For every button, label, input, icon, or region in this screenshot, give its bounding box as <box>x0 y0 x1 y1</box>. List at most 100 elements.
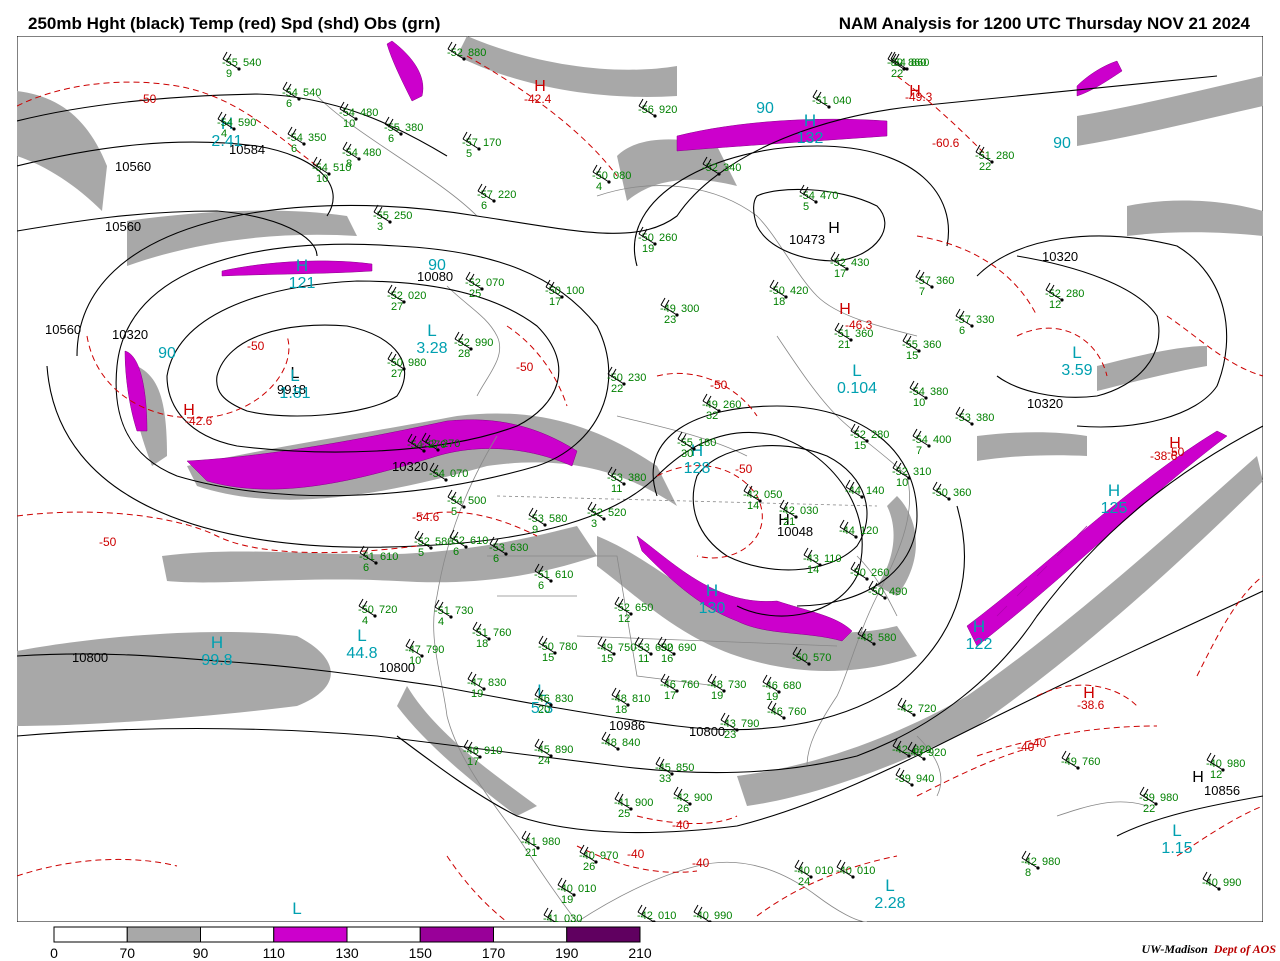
obs-dewpoint: 23 <box>664 314 676 326</box>
obs-height: 020 <box>408 290 426 302</box>
obs-dewpoint: 27 <box>391 368 403 380</box>
obs-height: 990 <box>1223 877 1241 889</box>
obs-height: 480 <box>360 107 378 119</box>
speed-center-value: 122 <box>966 636 993 653</box>
obs-dewpoint: 18 <box>476 638 488 650</box>
height-label: 10320 <box>1027 396 1063 411</box>
obs-dewpoint: 21 <box>783 516 795 528</box>
obs-dewpoint: 21 <box>525 847 537 859</box>
temperature-label: -50 <box>247 339 265 353</box>
obs-dewpoint: 10 <box>316 173 328 185</box>
obs-dewpoint: 18 <box>615 704 627 716</box>
obs-dewpoint: 12 <box>618 613 630 625</box>
temperature-label: -50 <box>735 462 753 476</box>
obs-height: 860 <box>911 57 929 69</box>
credit-footer: UW-Madison Dept of AOS <box>1142 942 1276 957</box>
obs-dewpoint: 6 <box>453 546 459 558</box>
obs-height: 840 <box>622 737 640 749</box>
obs-dewpoint: 19 <box>642 243 654 255</box>
obs-height: 120 <box>860 525 878 537</box>
obs-height: 920 <box>659 104 677 116</box>
legend-color-box <box>53 926 128 943</box>
obs-dewpoint: 32 <box>706 410 718 422</box>
obs-dewpoint: 4 <box>221 128 227 140</box>
pressure-center: H <box>1083 685 1095 702</box>
speed-center-letter: L <box>427 321 436 340</box>
obs-height: 980 <box>542 836 560 848</box>
obs-height: 760 <box>1082 756 1100 768</box>
obs-height: 990 <box>475 337 493 349</box>
obs-dewpoint: 6 <box>286 98 292 110</box>
obs-dewpoint: 6 <box>388 133 394 145</box>
obs-height: 070 <box>450 468 468 480</box>
obs-height: 850 <box>676 762 694 774</box>
temperature-label: -40 <box>672 818 690 832</box>
height-label: 10473 <box>789 232 825 247</box>
temperature-label: -40 <box>692 856 710 870</box>
speed-center-value: 130 <box>699 600 726 617</box>
obs-height: 760 <box>681 679 699 691</box>
speed-center-value: 1.15 <box>1161 840 1192 857</box>
legend-color-box <box>346 926 421 943</box>
legend-tick-label: 150 <box>408 945 432 961</box>
obs-height: 900 <box>694 792 712 804</box>
obs-dewpoint: 30 <box>681 448 693 460</box>
obs-dewpoint: 11 <box>638 653 649 665</box>
obs-height: 380 <box>976 412 994 424</box>
obs-dewpoint: 6 <box>959 325 965 337</box>
legend-color-box <box>419 926 494 943</box>
obs-height: 540 <box>243 57 261 69</box>
speed-center-letter: H <box>296 256 308 275</box>
obs-dewpoint: 22 <box>1143 803 1155 815</box>
legend-tick-label: 190 <box>555 945 579 961</box>
obs-dewpoint: 14 <box>747 500 759 512</box>
obs-height: 260 <box>659 232 677 244</box>
speed-center-value: 44.8 <box>346 645 377 662</box>
obs-dewpoint: 14 <box>807 564 819 576</box>
obs-height: 520 <box>608 507 626 519</box>
obs-height: 230 <box>628 372 646 384</box>
obs-dewpoint: 6 <box>291 143 297 155</box>
obs-height: 220 <box>498 189 516 201</box>
credit-institution: UW-Madison <box>1141 942 1208 956</box>
obs-height: 910 <box>484 745 502 757</box>
obs-dewpoint: 5 <box>418 547 424 559</box>
pressure-center: H <box>183 402 195 419</box>
obs-height: 680 <box>783 680 801 692</box>
obs-height: 470 <box>820 190 838 202</box>
speed-center-letter: H <box>804 111 816 130</box>
speed-center-value: 90 <box>756 100 774 117</box>
obs-height: 180 <box>698 437 716 449</box>
obs-dewpoint: 5 <box>451 506 457 518</box>
obs-dewpoint: 11 <box>611 483 622 495</box>
speed-center-value: 90 <box>158 345 176 362</box>
speed-center-letter: H <box>1108 481 1120 500</box>
obs-dewpoint: 17 <box>549 296 561 308</box>
obs-dewpoint: 24 <box>798 876 810 888</box>
obs-dewpoint: 23 <box>724 729 736 741</box>
obs-height: 610 <box>470 535 488 547</box>
obs-dewpoint: 17 <box>834 268 846 280</box>
obs-height: 360 <box>953 487 971 499</box>
obs-height: 380 <box>628 472 646 484</box>
obs-height: 310 <box>913 466 931 478</box>
speed-center-value: 128 <box>684 460 711 477</box>
height-label: 10560 <box>45 322 81 337</box>
obs-height: 030 <box>800 505 818 517</box>
obs-height: 030 <box>564 913 582 922</box>
speed-center-value: 3.28 <box>416 340 447 357</box>
obs-dewpoint: 10 <box>896 477 908 489</box>
speed-center-letter: L <box>1072 343 1081 362</box>
obs-height: 480 <box>363 147 381 159</box>
obs-height: 570 <box>813 652 831 664</box>
obs-height: 340 <box>723 162 741 174</box>
temperature-label: -50 <box>710 378 728 392</box>
obs-height: 830 <box>555 693 573 705</box>
obs-dewpoint: 10 <box>343 118 355 130</box>
obs-height: 510 <box>333 162 351 174</box>
height-label: 10320 <box>112 327 148 342</box>
obs-dewpoint: 22 <box>611 383 623 395</box>
speed-color-legend <box>53 926 641 943</box>
obs-height: 730 <box>728 679 746 691</box>
pressure-center: H <box>909 83 921 100</box>
